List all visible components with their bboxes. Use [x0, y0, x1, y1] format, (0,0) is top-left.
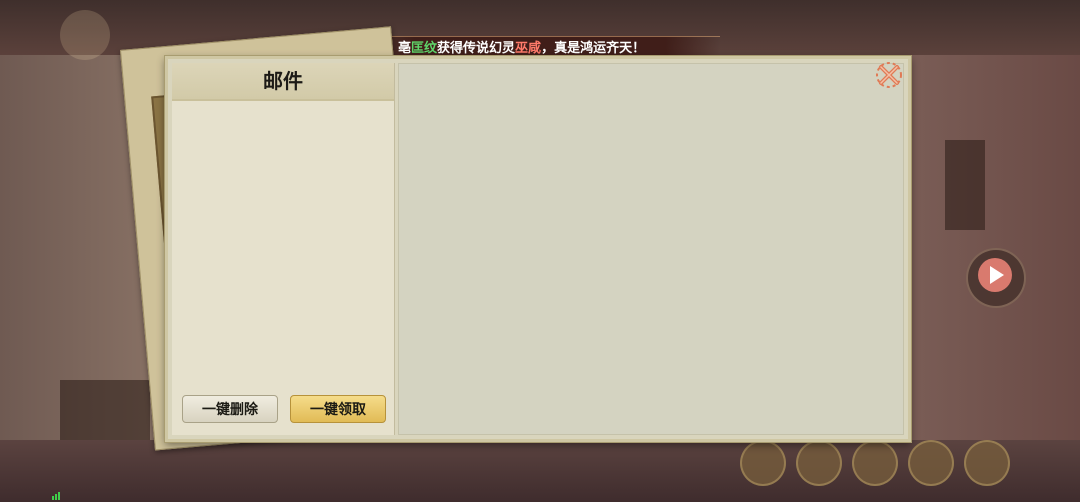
- marquee-suffix: ，真是鸿运齐天！: [541, 41, 646, 56]
- background-bottom-button: [852, 440, 898, 486]
- background-bottom-button: [740, 440, 786, 486]
- background-avatar-blur: [60, 10, 110, 60]
- close-x-icon: [876, 62, 902, 88]
- side-video-button[interactable]: [966, 248, 1026, 308]
- marquee-item-name: 巫咸: [515, 41, 542, 56]
- marquee-player-name: 匡纹: [411, 41, 438, 56]
- signal-bars-icon: [52, 492, 60, 500]
- mail-panel: 邮件 一键删除 一键领取: [165, 56, 911, 442]
- marquee-middle-text: 获得传说幻灵: [437, 41, 516, 56]
- claim-all-button[interactable]: 一键领取: [290, 395, 386, 423]
- delete-all-button[interactable]: 一键删除: [182, 395, 278, 423]
- mail-title: 邮件: [263, 69, 303, 93]
- play-triangle-icon: [990, 266, 1004, 284]
- background-bottom-button: [908, 440, 954, 486]
- mail-list-column: 邮件 一键删除 一键领取: [172, 63, 395, 435]
- background-bottom-button: [796, 440, 842, 486]
- background-bottom-button: [964, 440, 1010, 486]
- close-button[interactable]: [874, 60, 904, 90]
- mail-list[interactable]: [178, 103, 388, 383]
- background-figure-blur: [945, 140, 985, 230]
- mail-content-pane: [398, 63, 904, 435]
- background-panel-blur: [60, 380, 150, 440]
- marquee-prefix: 亳: [398, 41, 412, 56]
